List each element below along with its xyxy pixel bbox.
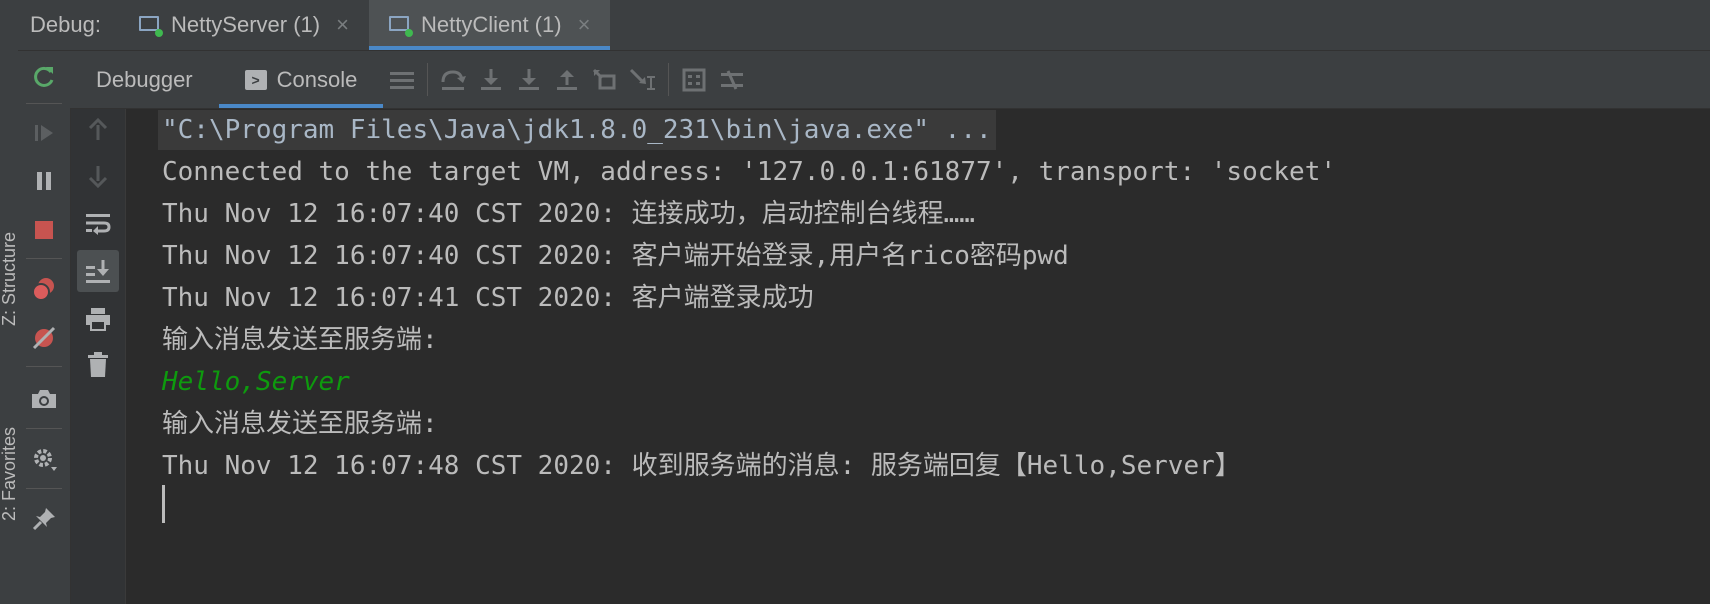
console-line: 输入消息发送至服务端: — [162, 325, 438, 355]
console-line: Thu Nov 12 16:07:48 CST 2020: 收到服务端的消息: … — [162, 451, 1241, 481]
settings-icon[interactable] — [18, 437, 70, 481]
step-over-icon[interactable] — [434, 51, 472, 108]
down-arrow-icon[interactable] — [77, 155, 119, 197]
trash-icon[interactable] — [77, 344, 119, 386]
scroll-to-end-icon[interactable] — [77, 250, 119, 292]
debug-tab-bar: Debug: NettyServer (1) × NettyClient (1)… — [18, 0, 1710, 51]
console-line: Connected to the target VM, address: '12… — [162, 157, 1336, 187]
close-icon[interactable]: × — [578, 12, 591, 38]
tool-window-strip: Z: Structure 2: Favorites — [0, 0, 19, 604]
console-side-toolbar — [71, 109, 126, 604]
tab-nettyserver[interactable]: NettyServer (1) × — [119, 0, 369, 50]
list-icon[interactable] — [383, 51, 421, 108]
stop-icon[interactable] — [18, 208, 70, 252]
text-caret — [162, 485, 165, 523]
console-output[interactable]: "C:\Program Files\Java\jdk1.8.0_231\bin\… — [126, 109, 1710, 604]
close-icon[interactable]: × — [336, 12, 349, 38]
tab-label: Console — [276, 66, 358, 92]
trace-icon[interactable] — [713, 51, 751, 108]
tab-label: NettyClient (1) — [420, 12, 562, 37]
tab-label: Debugger — [96, 66, 193, 92]
debugger-toolbar: Debugger > Console — [70, 51, 1710, 109]
up-arrow-icon[interactable] — [77, 109, 119, 151]
tab-console[interactable]: > Console — [218, 51, 384, 108]
console-icon: > — [244, 69, 267, 90]
view-breakpoints-icon[interactable] — [18, 267, 70, 311]
tab-nettyclient[interactable]: NettyClient (1) × — [368, 0, 611, 50]
camera-icon[interactable] — [18, 377, 70, 421]
run-to-cursor-icon[interactable] — [624, 51, 662, 108]
debug-side-toolbar — [18, 51, 71, 604]
console-line: Thu Nov 12 16:07:40 CST 2020: 客户端开始登录,用户… — [162, 241, 1069, 271]
step-out-icon[interactable] — [548, 51, 586, 108]
debug-label: Debug: — [30, 12, 101, 37]
resume-icon[interactable] — [18, 111, 70, 155]
drop-frame-icon[interactable] — [586, 51, 624, 108]
application-icon — [138, 15, 163, 37]
print-icon[interactable] — [77, 298, 119, 340]
pause-icon[interactable] — [18, 159, 70, 203]
mute-breakpoints-icon[interactable] — [18, 316, 70, 360]
step-into-icon[interactable] — [472, 51, 510, 108]
tab-label: NettyServer (1) — [170, 12, 321, 37]
evaluate-icon[interactable] — [675, 51, 713, 108]
console-line: Thu Nov 12 16:07:40 CST 2020: 连接成功，启动控制台… — [162, 199, 975, 229]
pin-icon[interactable] — [18, 497, 70, 541]
tab-debugger[interactable]: Debugger — [70, 51, 219, 108]
application-icon — [388, 15, 413, 37]
console-line: 输入消息发送至服务端: — [162, 409, 438, 439]
soft-wrap-icon[interactable] — [77, 202, 119, 244]
force-step-into-icon[interactable] — [510, 51, 548, 108]
favorites-tool-window-button[interactable]: 2: Favorites — [0, 419, 19, 529]
console-line: "C:\Program Files\Java\jdk1.8.0_231\bin\… — [158, 110, 996, 150]
console-line: Thu Nov 12 16:07:41 CST 2020: 客户端登录成功 — [162, 283, 814, 313]
rerun-icon[interactable] — [18, 55, 70, 99]
console-user-input-line: Hello,Server — [162, 367, 350, 397]
structure-tool-window-button[interactable]: Z: Structure — [0, 224, 19, 334]
